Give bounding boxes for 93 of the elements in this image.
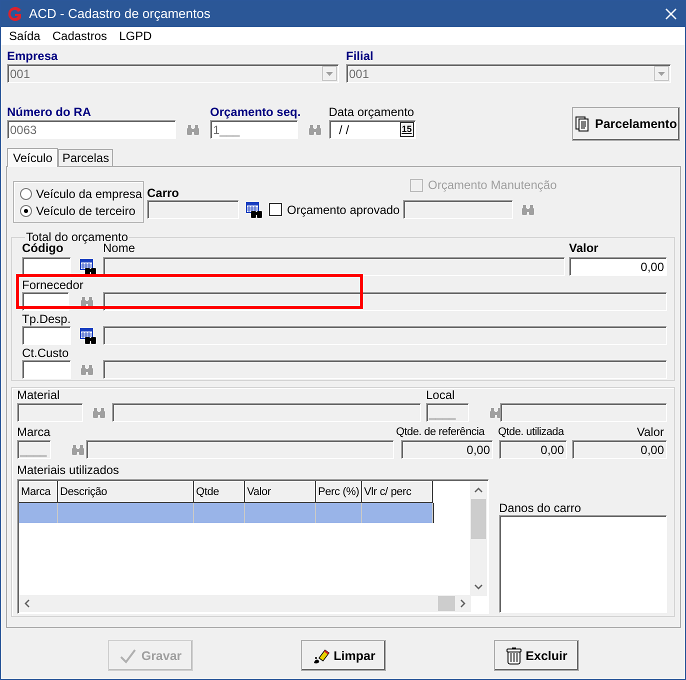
input-field[interactable] bbox=[86, 440, 394, 459]
menu-item[interactable]: Saída bbox=[3, 29, 46, 43]
binoculars-icon bbox=[71, 444, 85, 456]
trash-icon bbox=[506, 646, 522, 664]
binoculars-icon bbox=[80, 364, 94, 376]
vertical-scrollbar[interactable] bbox=[470, 481, 487, 596]
input-field[interactable]: 0,00 bbox=[572, 440, 667, 459]
date-field[interactable]: / / 15 bbox=[328, 120, 416, 139]
input-field[interactable]: ____ bbox=[17, 440, 51, 459]
caret-icon bbox=[326, 72, 333, 76]
group-title: Total do orçamento bbox=[26, 231, 128, 243]
column-header[interactable]: Perc (%) bbox=[316, 481, 362, 503]
input-field[interactable] bbox=[103, 257, 565, 276]
close-button[interactable] bbox=[663, 6, 679, 22]
input-field[interactable] bbox=[103, 326, 667, 345]
column-header[interactable]: Vlr c/ perc bbox=[362, 481, 433, 503]
field-label: Materiais utilizados bbox=[17, 464, 120, 476]
menu-item[interactable]: LGPD bbox=[113, 29, 158, 43]
documents-icon bbox=[575, 116, 591, 132]
input-field[interactable]: ____ bbox=[426, 403, 469, 422]
field-label: Tp.Desp. bbox=[22, 313, 72, 326]
checkbox[interactable] bbox=[269, 203, 282, 216]
column-header[interactable]: Marca bbox=[19, 481, 58, 503]
input-field[interactable] bbox=[103, 360, 667, 379]
column-header[interactable]: Qtde bbox=[194, 481, 245, 503]
field-label: Valor bbox=[636, 425, 664, 439]
binoculars-icon bbox=[520, 204, 535, 216]
scroll-thumb[interactable] bbox=[471, 499, 486, 539]
close-icon bbox=[665, 8, 677, 20]
field-label: Filial bbox=[346, 49, 374, 64]
column-header[interactable]: Descrição bbox=[58, 481, 194, 503]
field-label: Local bbox=[426, 388, 455, 402]
radio-button[interactable] bbox=[20, 188, 32, 200]
calendar-button[interactable]: 15 bbox=[400, 122, 414, 137]
binoculars-icon bbox=[92, 406, 106, 418]
input-field[interactable]: 1___ bbox=[210, 120, 298, 139]
chevron-right-icon bbox=[460, 599, 466, 608]
radio-label: Veículo de terceiro bbox=[36, 204, 136, 218]
input-field[interactable] bbox=[112, 403, 421, 422]
field-label: Data orçamento bbox=[328, 105, 416, 120]
field-label: Nome bbox=[103, 241, 136, 255]
field-label: Valor bbox=[569, 241, 598, 255]
input-field[interactable]: 0,00 bbox=[569, 257, 667, 276]
field-label: Carro bbox=[147, 187, 180, 200]
field-label: Marca bbox=[17, 425, 52, 439]
column-header[interactable]: Valor bbox=[245, 481, 316, 503]
scroll-thumb[interactable] bbox=[438, 596, 455, 611]
checkbox-label: Orçamento aprovado bbox=[287, 202, 400, 216]
field-label: Danos do carro bbox=[499, 501, 582, 515]
radio-label: Veículo da empresa bbox=[36, 186, 142, 200]
input-field[interactable] bbox=[147, 200, 239, 219]
chevron-left-icon bbox=[24, 599, 30, 608]
menu-item[interactable]: Cadastros bbox=[46, 29, 114, 43]
binoculars-icon bbox=[80, 296, 94, 308]
field-label: Qtde. utilizada bbox=[498, 425, 566, 439]
field-label: Número do RA bbox=[7, 105, 92, 120]
input-field[interactable] bbox=[22, 326, 71, 345]
check-icon bbox=[119, 648, 138, 664]
parcelamento-button[interactable]: Parcelamento bbox=[572, 107, 680, 141]
input-field[interactable]: 0063 bbox=[7, 120, 176, 139]
input-field[interactable] bbox=[500, 403, 667, 422]
input-field[interactable]: 0,00 bbox=[499, 440, 567, 459]
field-label: Orçamento seq. bbox=[210, 105, 301, 120]
field-label: Empresa bbox=[7, 49, 59, 64]
window-title: ACD - Cadastro de orçamentos bbox=[29, 7, 210, 21]
input-field[interactable]: 0,00 bbox=[401, 440, 493, 459]
input-field[interactable] bbox=[17, 403, 83, 422]
tab[interactable]: Parcelas bbox=[58, 149, 114, 166]
field-label: Fornecedor bbox=[22, 278, 84, 292]
checkbox-label: Orçamento Manutenção bbox=[428, 178, 557, 192]
chevron-up-icon bbox=[474, 487, 483, 493]
radio-button[interactable] bbox=[20, 204, 32, 216]
table-binoculars-icon bbox=[246, 202, 262, 218]
field-label: Material bbox=[17, 388, 61, 402]
input-field[interactable] bbox=[402, 200, 513, 219]
input-field[interactable] bbox=[103, 292, 667, 311]
action-button[interactable]: Limpar bbox=[301, 640, 386, 671]
eraser-icon bbox=[312, 646, 330, 664]
field-label: Código bbox=[22, 241, 64, 255]
table-binoculars-icon bbox=[80, 328, 96, 344]
horizontal-scrollbar[interactable] bbox=[19, 595, 471, 612]
field-label: Qtde. de referência bbox=[396, 425, 486, 439]
chevron-down-icon bbox=[474, 584, 483, 590]
input-field[interactable] bbox=[22, 360, 71, 379]
tab[interactable]: Veículo bbox=[7, 148, 58, 167]
binoculars-icon bbox=[308, 124, 322, 136]
logo-icon bbox=[7, 6, 23, 22]
text-area[interactable] bbox=[499, 515, 667, 613]
action-button[interactable]: Excluir bbox=[494, 640, 579, 671]
binoculars-icon bbox=[186, 124, 200, 136]
field-label: Ct.Custo bbox=[22, 347, 70, 360]
table-binoculars-icon bbox=[80, 258, 96, 274]
caret-icon bbox=[658, 72, 665, 76]
